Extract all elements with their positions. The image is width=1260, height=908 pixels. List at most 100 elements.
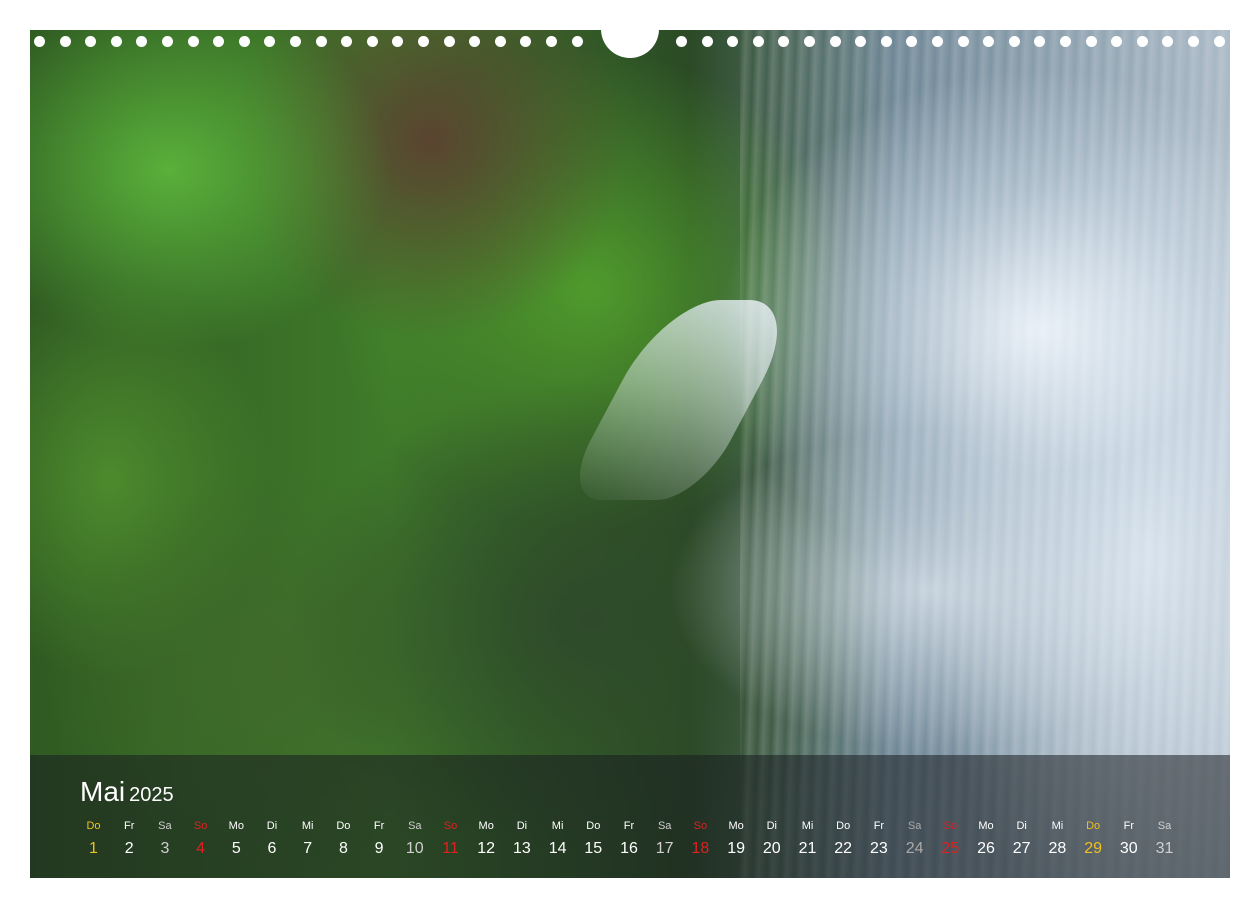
- day-number: 29: [1084, 840, 1102, 857]
- weekday-label: So: [943, 820, 958, 832]
- day-cell: Fr 23: [861, 818, 896, 858]
- day-number: 28: [1048, 840, 1067, 857]
- day-cell: So 25: [933, 818, 968, 858]
- weekday-label: Fr: [873, 820, 885, 832]
- day-cell: Sa 10: [397, 818, 432, 858]
- day-number: 22: [834, 840, 853, 857]
- day-number: 30: [1119, 840, 1138, 857]
- weekday-label: Di: [516, 820, 528, 832]
- day-number: 4: [196, 840, 206, 857]
- day-grid: Do 1 Fr 2 Sa 3 So 4 Mo 5 Di 6 Mi 7 Do 8 Fr 9 Sa 10 So 11 Mo 12 D…: [76, 818, 1186, 866]
- binding-hole: [341, 36, 353, 47]
- day-number: 17: [655, 840, 674, 857]
- waterfall-texture: [740, 30, 1230, 878]
- weekday-label: Mo: [478, 820, 494, 832]
- binding-hole: [1162, 36, 1174, 47]
- day-number: 14: [548, 840, 567, 857]
- binding-hole: [238, 36, 250, 47]
- day-number: 1: [89, 840, 98, 857]
- day-number: 6: [267, 840, 277, 857]
- day-cell: Di 13: [504, 818, 539, 858]
- day-cell: So 11: [433, 818, 468, 858]
- binding-hole: [418, 36, 429, 47]
- day-number: 13: [512, 840, 531, 857]
- day-cell: Fr 9: [362, 818, 397, 858]
- day-cell: Do 15: [576, 818, 611, 858]
- weekday-label: So: [443, 820, 458, 832]
- day-cell: Mi 7: [290, 818, 325, 858]
- day-cell: Mo 19: [719, 818, 754, 858]
- binding-hole: [571, 36, 583, 47]
- weekday-label: Do: [86, 820, 101, 832]
- day-number: 24: [905, 840, 924, 857]
- binding-hole: [1008, 36, 1020, 47]
- year-label: 2025: [129, 784, 174, 806]
- day-cell: Mo 5: [219, 818, 254, 858]
- day-number: 27: [1012, 840, 1031, 857]
- weekday-label: Mo: [228, 820, 244, 832]
- day-cell: Di 20: [754, 818, 789, 858]
- weekday-label: So: [693, 820, 708, 832]
- binding-hole: [546, 36, 557, 47]
- binding-hole: [187, 36, 199, 47]
- month-name: Mai: [80, 776, 126, 807]
- weekday-label: Sa: [158, 820, 172, 832]
- day-number: 25: [941, 840, 960, 857]
- binding-hole: [1213, 36, 1225, 47]
- day-cell: Fr 30: [1111, 818, 1146, 858]
- day-cell: Mi 28: [1040, 818, 1075, 858]
- weekday-label: Mo: [728, 820, 744, 832]
- day-cell: Mi 14: [540, 818, 575, 858]
- binding-hole: [520, 36, 532, 47]
- day-number: 10: [405, 840, 424, 857]
- day-number: 21: [798, 840, 817, 857]
- binding-hole: [59, 36, 71, 47]
- weekday-label: So: [193, 820, 208, 832]
- binding-hole: [315, 36, 327, 47]
- binding-hole: [727, 36, 739, 47]
- weekday-label: Mo: [978, 820, 994, 832]
- day-cell: Do 29: [1076, 818, 1111, 858]
- weekday-label: Sa: [907, 820, 922, 832]
- weekday-label: Do: [1086, 820, 1101, 832]
- day-cell: Sa 3: [147, 818, 182, 858]
- binding-hole: [213, 36, 225, 47]
- day-number: 23: [869, 840, 888, 857]
- binding-hole: [290, 36, 301, 47]
- day-cell: Do 8: [326, 818, 361, 858]
- weekday-label: Do: [336, 820, 351, 832]
- day-number: 15: [584, 840, 603, 857]
- day-number: 2: [124, 840, 134, 857]
- weekday-label: Di: [1016, 820, 1027, 832]
- binding-hole: [701, 36, 713, 47]
- weekday-label: Do: [586, 820, 601, 832]
- day-number: 11: [442, 840, 459, 857]
- day-number: 19: [727, 840, 745, 857]
- day-cell: Fr 16: [612, 818, 647, 858]
- weekday-label: Fr: [123, 820, 135, 832]
- binding-hole: [1136, 36, 1148, 47]
- day-number: 9: [374, 840, 384, 857]
- day-number: 20: [762, 840, 781, 857]
- day-number: 31: [1155, 840, 1174, 857]
- day-cell: Mo 12: [469, 818, 504, 858]
- binding-hole: [804, 36, 815, 47]
- binding-hole: [778, 36, 790, 47]
- day-cell: Di 27: [1004, 818, 1039, 858]
- weekday-label: Sa: [408, 820, 422, 832]
- day-cell: Di 6: [255, 818, 290, 858]
- binding-hole: [829, 36, 841, 47]
- weekday-label: Fr: [373, 820, 385, 832]
- binding-hole: [366, 36, 378, 47]
- binding-hole: [443, 36, 455, 47]
- day-number: 5: [231, 840, 241, 857]
- binding-hole: [162, 36, 173, 47]
- day-number: 16: [620, 840, 638, 857]
- binding-hole: [494, 36, 506, 47]
- weekday-label: Mi: [551, 820, 564, 832]
- binding-hole: [469, 36, 481, 47]
- day-cell: So 18: [683, 818, 718, 858]
- binding-hole: [983, 36, 995, 47]
- weekday-label: Sa: [657, 820, 672, 832]
- weekday-label: Mi: [1051, 820, 1064, 832]
